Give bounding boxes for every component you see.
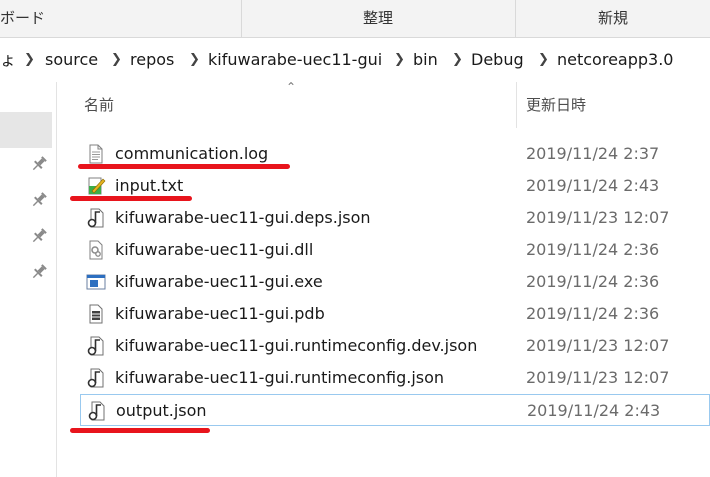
sort-ascending-icon: ⌃ [286,80,297,94]
breadcrumb: ょ ❯ source ❯ repos ❯ kifuwarabe-uec11-gu… [0,38,710,82]
ribbon-tab-board[interactable]: ボード [0,0,240,37]
column-divider[interactable] [516,82,517,128]
file-row[interactable]: kifuwarabe-uec11-gui.pdb 2019/11/24 2:36 [80,298,710,330]
chevron-right-icon[interactable]: ❯ [24,38,35,82]
pin-icon[interactable] [30,155,48,173]
file-date: 2019/11/24 2:37 [526,144,660,163]
column-modified-header[interactable]: 更新日時 [526,94,586,115]
pin-icon[interactable] [30,227,48,245]
file-date: 2019/11/24 2:36 [526,240,660,259]
pin-icon[interactable] [30,263,48,281]
file-name: kifuwarabe-uec11-gui.pdb [115,304,325,323]
file-date: 2019/11/23 12:07 [526,336,670,355]
breadcrumb-item[interactable]: kifuwarabe-uec11-gui [208,38,382,82]
file-row[interactable]: kifuwarabe-uec11-gui.runtimeconfig.dev.j… [80,330,710,362]
breadcrumb-item[interactable]: repos [130,38,174,82]
chevron-right-icon[interactable]: ❯ [452,38,463,82]
file-row[interactable]: kifuwarabe-uec11-gui.deps.json 2019/11/2… [80,202,710,234]
navigation-pane [0,82,57,477]
chevron-right-icon[interactable]: ❯ [111,38,122,82]
column-name-header[interactable]: 名前 [84,94,114,115]
annotation-underline [70,428,210,433]
chevron-right-icon[interactable]: ❯ [538,38,549,82]
file-date: 2019/11/24 2:43 [527,401,661,420]
breadcrumb-item[interactable]: netcoreapp3.0 [557,38,673,82]
pdb-file-icon [89,304,103,324]
nav-selected-item[interactable] [0,112,52,148]
ribbon-tab-label: 新規 [597,9,628,27]
file-row[interactable]: kifuwarabe-uec11-gui.runtimeconfig.json … [80,362,710,394]
file-name: kifuwarabe-uec11-gui.dll [115,240,314,259]
column-header: ⌃ 名前 更新日時 [56,80,710,128]
annotation-underline [78,164,290,169]
chevron-right-icon[interactable]: ❯ [189,38,200,82]
file-date: 2019/11/23 12:07 [526,208,670,227]
exe-file-icon [86,274,106,290]
breadcrumb-item[interactable]: bin [413,38,438,82]
file-name: output.json [116,401,207,420]
chevron-right-icon[interactable]: ❯ [394,38,405,82]
json-file-icon [87,336,104,356]
file-name: kifuwarabe-uec11-gui.deps.json [115,208,371,227]
ribbon: ボード 整理 新規 [0,0,710,38]
file-date: 2019/11/23 12:07 [526,368,670,387]
file-row[interactable]: kifuwarabe-uec11-gui.exe 2019/11/24 2:36 [80,266,710,298]
file-date: 2019/11/24 2:36 [526,272,660,291]
ribbon-tab-organize[interactable]: 整理 [241,0,514,37]
file-name: kifuwarabe-uec11-gui.runtimeconfig.dev.j… [115,336,478,355]
file-row[interactable]: output.json 2019/11/24 2:43 [80,394,710,426]
json-file-icon [87,208,104,228]
file-name: kifuwarabe-uec11-gui.exe [115,272,323,291]
file-date: 2019/11/24 2:43 [526,176,660,195]
breadcrumb-item[interactable]: ょ [0,38,16,82]
breadcrumb-item[interactable]: source [45,38,98,82]
file-date: 2019/11/24 2:36 [526,304,660,323]
edited-text-file-icon [88,177,106,195]
json-file-icon [87,368,104,388]
ribbon-tab-label: ボード [0,9,46,27]
ribbon-tab-label: 整理 [362,9,393,27]
breadcrumb-item[interactable]: Debug [471,38,524,82]
pin-icon[interactable] [30,191,48,209]
file-name: kifuwarabe-uec11-gui.runtimeconfig.json [115,368,445,387]
text-file-icon [89,144,103,164]
annotation-underline [70,196,192,201]
dll-file-icon [89,240,103,260]
json-file-icon [88,401,105,421]
file-row[interactable]: kifuwarabe-uec11-gui.dll 2019/11/24 2:36 [80,234,710,266]
ribbon-tab-new[interactable]: 新規 [515,0,710,37]
